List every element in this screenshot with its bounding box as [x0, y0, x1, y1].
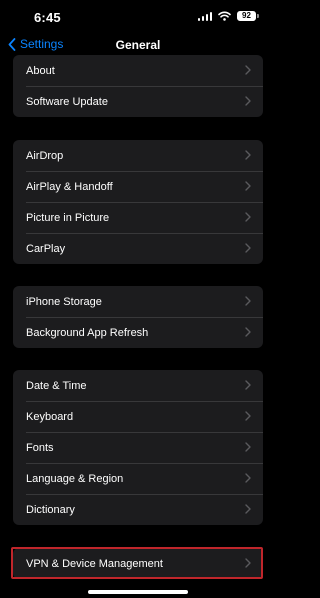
chevron-right-icon — [245, 473, 251, 483]
row-label: Language & Region — [26, 472, 124, 485]
settings-group-general-info: About Software Update — [13, 55, 263, 117]
chevron-right-icon — [245, 411, 251, 421]
row-iphone-storage[interactable]: iPhone Storage — [13, 286, 263, 317]
chevron-right-icon — [245, 243, 251, 253]
chevron-right-icon — [245, 65, 251, 75]
row-airplay-handoff[interactable]: AirPlay & Handoff — [13, 171, 263, 202]
row-label: AirPlay & Handoff — [26, 180, 113, 193]
row-label: VPN & Device Management — [26, 557, 163, 570]
row-label: About — [26, 64, 55, 77]
row-label: Fonts — [26, 441, 54, 454]
row-fonts[interactable]: Fonts — [13, 432, 263, 463]
row-label: CarPlay — [26, 242, 66, 255]
row-label: Dictionary — [26, 503, 75, 516]
row-label: iPhone Storage — [26, 295, 102, 308]
row-date-time[interactable]: Date & Time — [13, 370, 263, 401]
row-software-update[interactable]: Software Update — [13, 86, 263, 117]
row-label: Keyboard — [26, 410, 74, 423]
row-about[interactable]: About — [13, 55, 263, 86]
row-carplay[interactable]: CarPlay — [13, 233, 263, 264]
chevron-right-icon — [245, 96, 251, 106]
cellular-signal-icon — [197, 11, 212, 21]
status-bar: 6:45 92 — [0, 0, 276, 32]
row-keyboard[interactable]: Keyboard — [13, 401, 263, 432]
settings-group-locale: Date & Time Keyboard Fonts Language & Re… — [13, 370, 263, 525]
row-language-region[interactable]: Language & Region — [13, 463, 263, 494]
chevron-right-icon — [245, 327, 251, 337]
chevron-right-icon — [245, 181, 251, 191]
settings-group-sharing: AirDrop AirPlay & Handoff Picture in Pic… — [13, 140, 263, 264]
row-background-app-refresh[interactable]: Background App Refresh — [13, 317, 263, 348]
page-title: General — [115, 38, 161, 52]
chevron-right-icon — [245, 150, 251, 160]
row-label: Software Update — [26, 95, 108, 108]
row-label: Picture in Picture — [26, 211, 110, 224]
status-icons: 92 — [197, 11, 259, 21]
battery-icon: 92 — [237, 11, 259, 21]
row-label: AirDrop — [26, 149, 64, 162]
row-label: Date & Time — [26, 379, 87, 392]
chevron-right-icon — [245, 558, 251, 568]
settings-group-storage: iPhone Storage Background App Refresh — [13, 286, 263, 348]
chevron-right-icon — [245, 380, 251, 390]
row-picture-in-picture[interactable]: Picture in Picture — [13, 202, 263, 233]
chevron-right-icon — [245, 296, 251, 306]
wifi-icon — [218, 11, 231, 21]
row-airdrop[interactable]: AirDrop — [13, 140, 263, 171]
home-indicator — [88, 590, 188, 594]
chevron-right-icon — [245, 442, 251, 452]
row-label: Background App Refresh — [26, 326, 149, 339]
chevron-right-icon — [245, 504, 251, 514]
chevron-right-icon — [245, 212, 251, 222]
row-dictionary[interactable]: Dictionary — [13, 494, 263, 525]
settings-group-vpn: VPN & Device Management — [13, 548, 263, 579]
row-vpn-device-management[interactable]: VPN & Device Management — [13, 548, 263, 579]
status-time: 6:45 — [34, 10, 61, 25]
